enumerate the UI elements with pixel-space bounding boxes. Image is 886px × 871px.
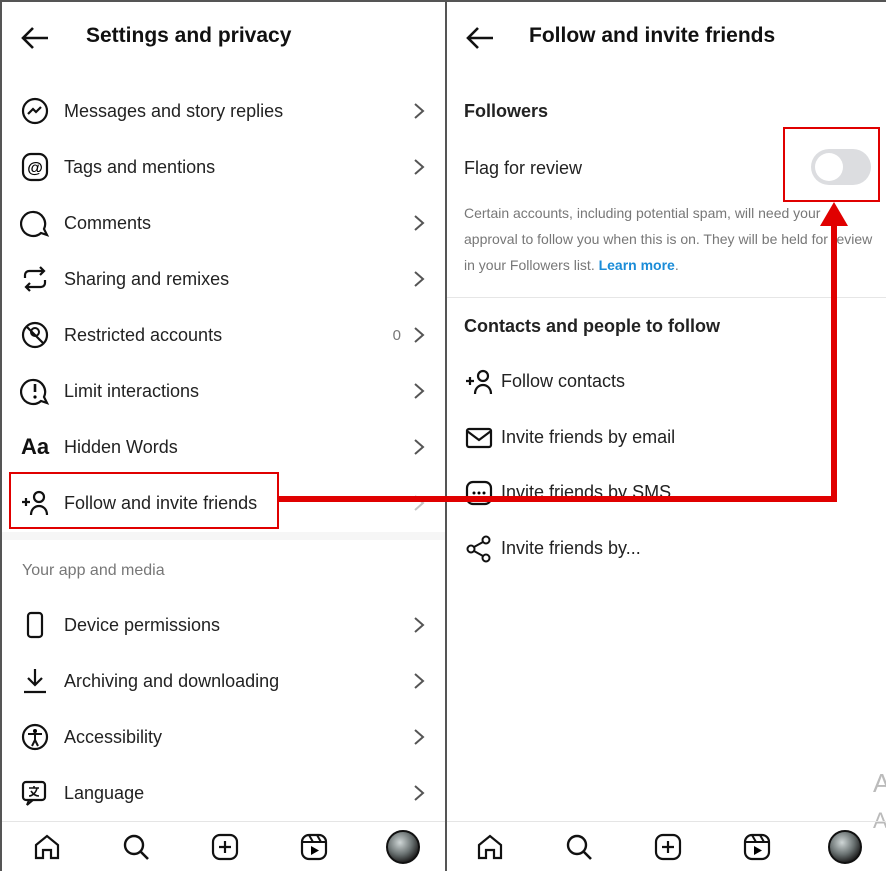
phone-icon <box>26 611 44 639</box>
messenger-icon <box>21 97 49 125</box>
item-label: Invite friends by... <box>501 538 641 558</box>
repost-icon <box>23 266 47 292</box>
chevron-right-icon <box>413 326 425 344</box>
menu-label: Tags and mentions <box>64 156 216 177</box>
invite-by-email[interactable]: Invite friends by email <box>447 410 886 466</box>
menu-comments[interactable]: Comments <box>2 195 445 251</box>
at-icon: @ <box>21 152 49 182</box>
download-icon <box>24 669 46 694</box>
create-icon[interactable] <box>210 832 240 862</box>
chevron-right-icon <box>413 214 425 232</box>
menu-label: Accessibility <box>64 726 163 747</box>
arrow-head-icon <box>820 202 848 226</box>
divider <box>2 532 445 540</box>
menu-messages[interactable]: Messages and story replies <box>2 83 445 139</box>
chevron-right-icon <box>413 672 425 690</box>
back-arrow-icon[interactable] <box>465 24 495 52</box>
menu-label: Comments <box>64 212 152 233</box>
highlight-box-toggle <box>783 127 880 202</box>
sms-icon <box>465 480 493 506</box>
chevron-right-icon <box>413 102 425 120</box>
highlight-box-follow-invite <box>9 472 279 529</box>
menu-sharing[interactable]: Sharing and remixes <box>2 251 445 307</box>
settings-panel: Settings and privacy Messages and story … <box>0 0 447 871</box>
menu-language[interactable]: Language <box>2 765 445 821</box>
chevron-right-icon <box>413 158 425 176</box>
invite-by-other[interactable]: Invite friends by... <box>447 521 886 577</box>
follow-contacts[interactable]: Follow contacts <box>447 354 886 410</box>
page-title: Settings and privacy <box>86 24 292 47</box>
back-arrow-icon[interactable] <box>20 24 50 52</box>
divider <box>447 297 886 298</box>
menu-label: Limit interactions <box>64 380 200 401</box>
menu-label: Sharing and remixes <box>64 268 230 289</box>
followers-header: Followers <box>464 101 549 121</box>
mail-icon <box>465 427 493 449</box>
flag-label: Flag for review <box>464 158 583 178</box>
comment-icon <box>20 210 50 238</box>
text-aa-icon: Aa <box>20 434 50 459</box>
watermark-text: A <box>873 768 886 798</box>
bottom-nav <box>2 821 445 871</box>
restricted-count: 0 <box>392 326 401 344</box>
menu-label: Messages and story replies <box>64 100 284 121</box>
invite-by-sms[interactable]: Invite friends by SMS <box>447 465 886 521</box>
learn-more-link[interactable]: Learn more <box>599 257 675 273</box>
bottom-nav <box>447 821 886 871</box>
menu-label: Device permissions <box>64 614 221 635</box>
share-icon <box>466 535 491 563</box>
chevron-right-icon <box>413 728 425 746</box>
restricted-icon <box>21 321 49 349</box>
menu-hidden-words[interactable]: Aa Hidden Words <box>2 419 445 475</box>
menu-label: Language <box>64 782 145 803</box>
arrow-line-horizontal <box>279 496 837 502</box>
section-header: Your app and media <box>22 562 165 579</box>
svg-text:@: @ <box>27 160 43 177</box>
add-person-icon <box>464 367 494 397</box>
profile-avatar[interactable] <box>386 830 420 864</box>
reels-icon[interactable] <box>299 832 329 862</box>
menu-label: Restricted accounts <box>64 324 223 345</box>
home-icon[interactable] <box>475 832 505 862</box>
item-label: Follow contacts <box>501 371 626 391</box>
item-label: Invite friends by email <box>501 427 676 447</box>
menu-accessibility[interactable]: Accessibility <box>2 709 445 765</box>
profile-avatar[interactable] <box>828 830 862 864</box>
language-icon <box>21 780 47 806</box>
accessibility-icon <box>21 723 49 751</box>
create-icon[interactable] <box>653 832 683 862</box>
alert-icon <box>20 378 50 406</box>
page-title: Follow and invite friends <box>529 24 776 47</box>
reels-icon[interactable] <box>742 832 772 862</box>
home-icon[interactable] <box>32 832 62 862</box>
menu-limit[interactable]: Limit interactions <box>2 363 445 419</box>
flag-description: Certain accounts, including potential sp… <box>464 205 873 273</box>
chevron-right-icon <box>413 382 425 400</box>
search-icon[interactable] <box>564 832 594 862</box>
menu-device-permissions[interactable]: Device permissions <box>2 597 445 653</box>
arrow-line-vertical <box>831 222 837 502</box>
chevron-right-icon <box>413 616 425 634</box>
menu-label: Archiving and downloading <box>64 670 280 691</box>
menu-restricted[interactable]: Restricted accounts 0 <box>2 307 445 363</box>
menu-label: Hidden Words <box>64 436 178 457</box>
chevron-right-icon <box>413 270 425 288</box>
menu-tags[interactable]: @ Tags and mentions <box>2 139 445 195</box>
contacts-header: Contacts and people to follow <box>464 316 720 336</box>
chevron-right-icon <box>413 438 425 456</box>
menu-archiving[interactable]: Archiving and downloading <box>2 653 445 709</box>
chevron-right-icon <box>413 784 425 802</box>
search-icon[interactable] <box>121 832 151 862</box>
